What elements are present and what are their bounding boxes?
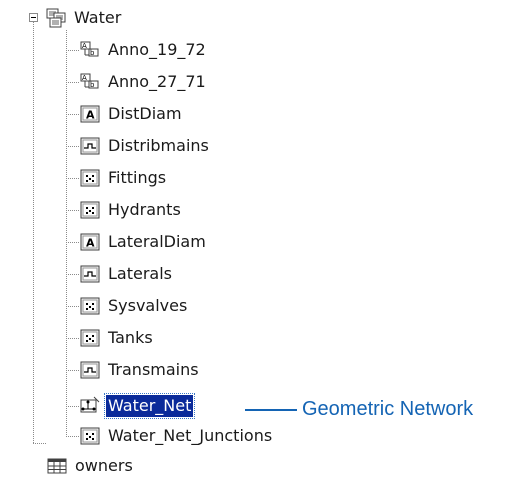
tree-item-label: Anno_19_72 xyxy=(108,40,206,59)
tree-item-label: Anno_27_71 xyxy=(108,72,206,91)
tree-item-label: Sysvalves xyxy=(108,296,188,315)
tree-item-label: Water_Net_Junctions xyxy=(108,426,273,445)
tree-branch xyxy=(66,370,80,371)
tree-item-label: Distribmains xyxy=(108,136,209,155)
geometric-network-icon xyxy=(80,396,100,416)
tree-branch xyxy=(66,50,80,51)
tree-item-water-net[interactable]: Water_Net xyxy=(66,393,196,419)
callout-leader-line xyxy=(245,409,297,411)
tree-item-sysvalves[interactable]: Sysvalves xyxy=(66,294,189,318)
feature-dataset-icon xyxy=(46,8,66,28)
tree-item-fittings[interactable]: Fittings xyxy=(66,166,168,190)
tree-item-transmains[interactable]: Transmains xyxy=(66,358,201,382)
tree-item-label: Tanks xyxy=(108,328,153,347)
line-feature-class-icon xyxy=(80,264,100,284)
tree-item-water-net-junctions[interactable]: Water_Net_Junctions xyxy=(66,424,274,448)
tree-item-lateraldiam[interactable]: A LateralDiam xyxy=(66,230,208,254)
tree-connector-root xyxy=(33,22,34,443)
tree-branch xyxy=(66,306,80,307)
line-feature-class-icon xyxy=(80,360,100,380)
dimension-label-class-icon: A xyxy=(80,232,100,252)
line-feature-class-icon xyxy=(80,136,100,156)
tree-item-label: Water_Net xyxy=(103,393,196,419)
svg-text:b: b xyxy=(90,49,95,57)
point-feature-class-icon xyxy=(80,296,100,316)
tree-branch xyxy=(66,436,80,437)
svg-text:A: A xyxy=(82,42,87,50)
tree-branch xyxy=(66,242,80,243)
tree-item-label: Water xyxy=(74,8,122,27)
tree-item-tanks[interactable]: Tanks xyxy=(66,326,155,350)
callout-label: Geometric Network xyxy=(302,398,474,420)
point-feature-class-icon xyxy=(80,200,100,220)
point-feature-class-icon xyxy=(80,426,100,446)
svg-text:A: A xyxy=(82,74,87,82)
tree-branch xyxy=(66,178,80,179)
point-feature-class-icon xyxy=(80,328,100,348)
tree-item-distdiam[interactable]: A DistDiam xyxy=(66,102,184,126)
tree-item-label: Fittings xyxy=(108,168,167,187)
tree-branch xyxy=(66,114,80,115)
tree-item-anno-27-71[interactable]: A b Anno_27_71 xyxy=(66,70,208,94)
annotation-class-icon: A b xyxy=(80,40,100,60)
tree-item-label: Laterals xyxy=(108,264,172,283)
collapse-toggle-water[interactable] xyxy=(29,13,38,22)
svg-text:b: b xyxy=(90,81,95,89)
tree-branch xyxy=(66,338,80,339)
tree-item-label: LateralDiam xyxy=(108,232,206,251)
annotation-class-icon: A b xyxy=(80,72,100,92)
dimension-label-class-icon: A xyxy=(80,104,100,124)
tree-branch xyxy=(66,210,80,211)
catalog-tree: Water A b Anno_19_72 A b Anno_27_71 A Di… xyxy=(0,0,511,479)
tree-branch xyxy=(66,146,80,147)
tree-item-label: Transmains xyxy=(108,360,199,379)
tree-connector-owners xyxy=(33,443,47,444)
svg-text:A: A xyxy=(86,237,95,250)
point-feature-class-icon xyxy=(80,168,100,188)
table-icon xyxy=(47,456,67,476)
tree-item-laterals[interactable]: Laterals xyxy=(66,262,174,286)
tree-branch xyxy=(66,82,80,83)
svg-text:A: A xyxy=(86,109,95,122)
tree-item-label: Hydrants xyxy=(108,200,181,219)
tree-item-distribmains[interactable]: Distribmains xyxy=(66,134,211,158)
tree-item-hydrants[interactable]: Hydrants xyxy=(66,198,183,222)
tree-item-owners[interactable]: owners xyxy=(47,454,135,478)
tree-branch xyxy=(66,406,80,407)
tree-item-anno-19-72[interactable]: A b Anno_19_72 xyxy=(66,38,208,62)
tree-item-label: owners xyxy=(75,456,133,475)
tree-branch xyxy=(66,274,80,275)
tree-item-water[interactable]: Water xyxy=(46,6,123,30)
tree-item-label: DistDiam xyxy=(108,104,182,123)
